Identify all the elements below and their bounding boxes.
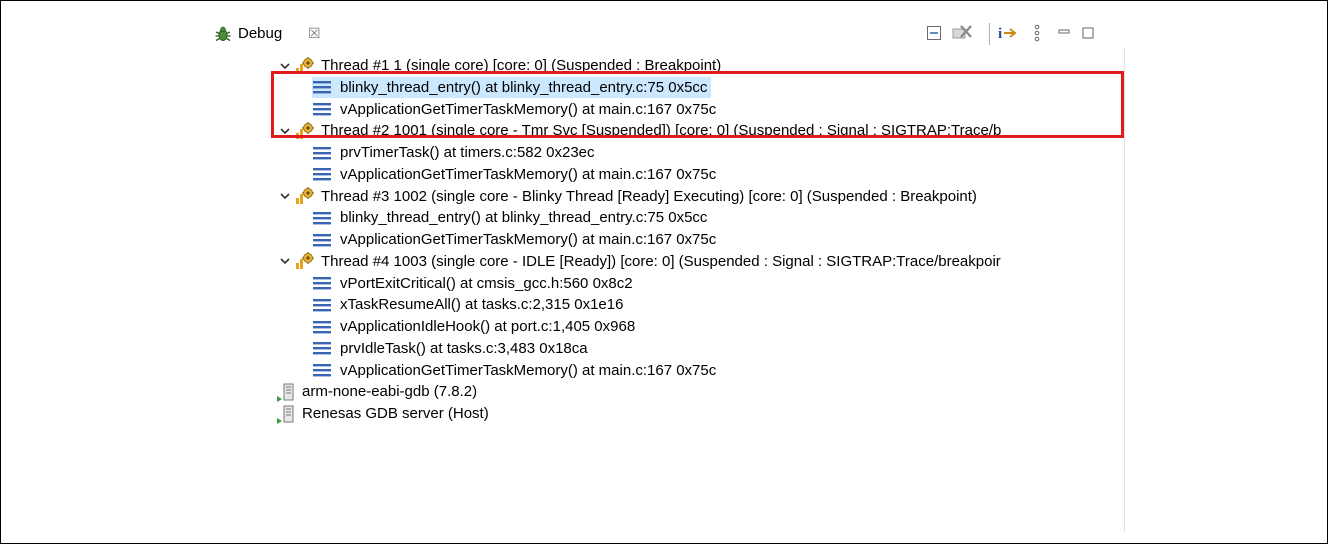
process-icon [276,404,296,424]
thread-row[interactable]: Thread #4 1003 (single core - IDLE [Read… [278,251,1001,272]
stack-frame-icon [312,275,332,291]
maximize-icon[interactable] [1080,23,1096,43]
svg-text:i: i [998,26,1002,42]
stack-frame-icon [312,362,332,378]
toolbar-separator [989,23,990,45]
stack-frame-row-label: blinky_thread_entry() at blinky_thread_e… [340,209,708,227]
stack-frame-row[interactable]: vApplicationIdleHook() at port.c:1,405 0… [312,316,635,337]
view-titlebar: Debug ☒ i [210,17,1125,47]
highlight-box [271,71,1124,138]
stack-frame-row[interactable]: blinky_thread_entry() at blinky_thread_e… [312,207,707,228]
stack-frame-row-label: prvIdleTask() at tasks.c:3,483 0x18ca [340,339,588,357]
stack-frame-row[interactable]: vPortExitCritical() at cmsis_gcc.h:560 0… [312,273,633,294]
process-row[interactable]: Renesas GDB server (Host) [276,403,489,424]
collapse-all-icon[interactable] [924,23,944,43]
stack-frame-icon [312,297,332,313]
stack-frame-row[interactable]: vApplicationGetTimerTaskMemory() at main… [312,164,716,185]
stack-frame-row-label: vPortExitCritical() at cmsis_gcc.h:560 0… [340,274,633,292]
process-row-label: Renesas GDB server (Host) [302,405,489,422]
stack-frame-row-label: xTaskResumeAll() at tasks.c:2,315 0x1e16 [340,296,624,314]
view-title[interactable]: Debug [238,25,282,42]
stack-frame-row-label: vApplicationIdleHook() at port.c:1,405 0… [340,318,636,335]
thread-row-label: Thread #4 1003 (single core - IDLE [Read… [321,252,1001,270]
stack-frame-row-label: vApplicationGetTimerTaskMemory() at main… [340,361,717,379]
minimize-icon[interactable] [1056,23,1072,43]
stack-frame-icon [312,210,332,226]
thread-icon [295,251,315,271]
stack-frame-row-label: vApplicationGetTimerTaskMemory() at main… [340,165,717,183]
thread-icon [295,186,315,206]
chevron-down-icon[interactable] [278,254,292,268]
stack-frame-row-label: prvTimerTask() at timers.c:582 0x23ec [340,144,595,161]
stack-frame-row[interactable]: prvTimerTask() at timers.c:582 0x23ec [312,142,595,163]
stack-frame-row[interactable]: vApplicationGetTimerTaskMemory() at main… [312,360,716,381]
stack-frame-icon [312,340,332,356]
process-row-label: arm-none-eabi-gdb (7.8.2) [302,383,478,401]
close-icon[interactable]: ☒ [308,25,321,42]
stack-frame-row[interactable]: vApplicationGetTimerTaskMemory() at main… [312,229,716,250]
stack-frame-row[interactable]: prvIdleTask() at tasks.c:3,483 0x18ca [312,338,588,359]
stack-frame-icon [312,145,332,161]
stack-frame-row-label: vApplicationGetTimerTaskMemory() at main… [340,231,717,248]
stack-frame-row[interactable]: xTaskResumeAll() at tasks.c:2,315 0x1e16 [312,294,623,315]
remove-terminated-icon[interactable] [950,23,974,43]
scrollbar[interactable] [1124,48,1125,532]
view-menu-icon[interactable] [1030,23,1044,43]
step-into-selection-icon[interactable]: i [998,23,1020,43]
process-row[interactable]: arm-none-eabi-gdb (7.8.2) [276,381,477,402]
chevron-down-icon[interactable] [278,189,292,203]
process-icon [276,382,296,402]
stack-frame-icon [312,319,332,335]
stack-frame-icon [312,166,332,182]
debug-bug-icon [214,25,232,43]
stack-frame-icon [312,232,332,248]
thread-row-label: Thread #3 1002 (single core - Blinky Thr… [321,187,977,205]
thread-row[interactable]: Thread #3 1002 (single core - Blinky Thr… [278,186,977,207]
